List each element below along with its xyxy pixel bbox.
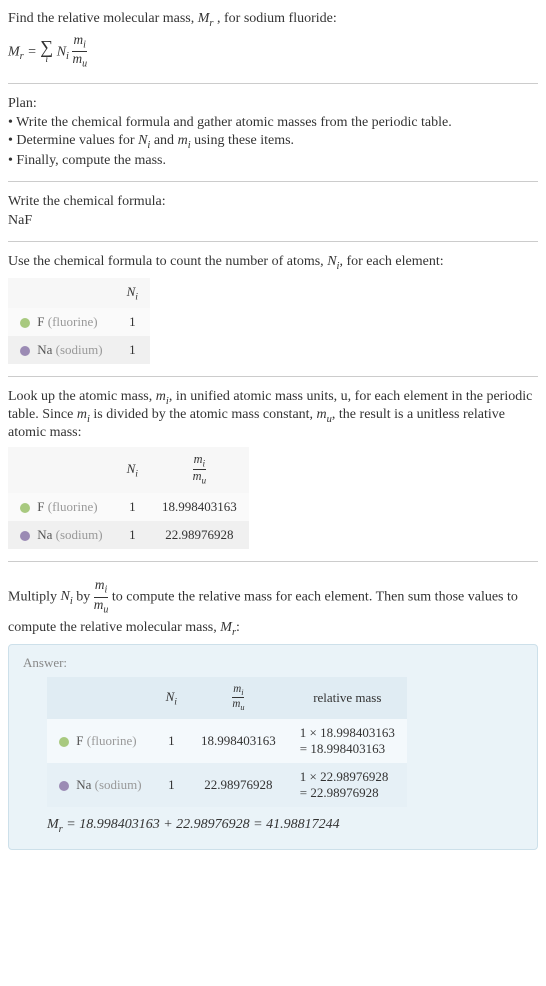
plan-heading: Plan: bbox=[8, 96, 538, 112]
intro-prefix: Find the relative molecular mass, bbox=[8, 11, 198, 26]
divider bbox=[8, 181, 538, 182]
intro-var: Mr bbox=[198, 11, 217, 26]
col-blank bbox=[8, 447, 115, 493]
element-cell: Na (sodium) bbox=[8, 521, 115, 549]
col-frac: mi mu bbox=[189, 677, 288, 719]
mass-cell: 18.998403163 bbox=[189, 719, 288, 763]
mass-cell: 22.98976928 bbox=[189, 763, 288, 807]
n-cell: 1 bbox=[154, 763, 189, 807]
intro-equation: Mr = ∑ i Ni mi mu bbox=[8, 33, 538, 71]
table-row: Na (sodium) 1 22.98976928 1 × 22.9897692… bbox=[47, 763, 407, 807]
element-cell: Na (sodium) bbox=[47, 763, 154, 807]
element-dot-icon bbox=[59, 781, 69, 791]
answer-box: Answer: Ni mi mu relative mass F (fluori… bbox=[8, 644, 538, 849]
n-cell: 1 bbox=[115, 308, 150, 336]
step-text: Look up the atomic mass, mi, in unified … bbox=[8, 389, 538, 441]
n-cell: 1 bbox=[115, 521, 150, 549]
element-dot-icon bbox=[59, 737, 69, 747]
count-table: Ni F (fluorine) 1 Na (sodium) 1 bbox=[8, 278, 150, 365]
relmass-cell: 1 × 22.98976928 = 22.98976928 bbox=[288, 763, 407, 807]
element-dot-icon bbox=[20, 503, 30, 513]
col-blank bbox=[8, 278, 115, 309]
plan-list: • Write the chemical formula and gather … bbox=[8, 115, 538, 169]
element-cell: F (fluorine) bbox=[8, 493, 115, 521]
n-cell: 1 bbox=[115, 493, 150, 521]
mass-table: Ni mi mu F (fluorine) 1 18.998403163 Na … bbox=[8, 447, 249, 549]
step-heading: Write the chemical formula: bbox=[8, 194, 538, 210]
answer-table: Ni mi mu relative mass F (fluorine) 1 18… bbox=[47, 677, 407, 807]
col-relmass: relative mass bbox=[288, 677, 407, 719]
chemical-formula: NaF bbox=[8, 213, 538, 229]
table-header-row: Ni bbox=[8, 278, 150, 309]
answer-label: Answer: bbox=[23, 655, 523, 671]
table-row: Na (sodium) 1 22.98976928 bbox=[8, 521, 249, 549]
divider bbox=[8, 83, 538, 84]
table-header-row: Ni mi mu bbox=[8, 447, 249, 493]
divider bbox=[8, 241, 538, 242]
fraction: mi mu bbox=[72, 33, 87, 71]
step-text: Multiply Ni by mi mu to compute the rela… bbox=[8, 574, 538, 638]
table-header-row: Ni mi mu relative mass bbox=[47, 677, 407, 719]
element-dot-icon bbox=[20, 346, 30, 356]
plan-item: • Write the chemical formula and gather … bbox=[8, 115, 538, 131]
table-row: F (fluorine) 1 bbox=[8, 308, 150, 336]
element-cell: Na (sodium) bbox=[8, 336, 115, 364]
relmass-cell: 1 × 18.998403163 = 18.998403163 bbox=[288, 719, 407, 763]
col-n: Ni bbox=[115, 447, 150, 493]
divider bbox=[8, 561, 538, 562]
element-cell: F (fluorine) bbox=[8, 308, 115, 336]
table-row: F (fluorine) 1 18.998403163 1 × 18.99840… bbox=[47, 719, 407, 763]
element-dot-icon bbox=[20, 531, 30, 541]
mass-cell: 18.998403163 bbox=[150, 493, 249, 521]
col-blank bbox=[47, 677, 154, 719]
sigma-icon: ∑ i bbox=[40, 39, 53, 65]
intro-line: Find the relative molecular mass, Mr , f… bbox=[8, 11, 538, 29]
answer-final: Mr = 18.998403163 + 22.98976928 = 41.988… bbox=[47, 817, 523, 835]
n-cell: 1 bbox=[115, 336, 150, 364]
plan-item: • Finally, compute the mass. bbox=[8, 153, 538, 169]
intro-suffix: , for sodium fluoride: bbox=[217, 11, 337, 26]
divider bbox=[8, 376, 538, 377]
element-cell: F (fluorine) bbox=[47, 719, 154, 763]
mass-cell: 22.98976928 bbox=[150, 521, 249, 549]
col-n: Ni bbox=[115, 278, 150, 309]
col-frac: mi mu bbox=[150, 447, 249, 493]
table-row: Na (sodium) 1 bbox=[8, 336, 150, 364]
step-text: Use the chemical formula to count the nu… bbox=[8, 254, 538, 272]
element-dot-icon bbox=[20, 318, 30, 328]
plan-item: • Determine values for Ni and mi using t… bbox=[8, 133, 538, 151]
fraction: mi mu bbox=[94, 578, 109, 616]
table-row: F (fluorine) 1 18.998403163 bbox=[8, 493, 249, 521]
n-cell: 1 bbox=[154, 719, 189, 763]
col-n: Ni bbox=[154, 677, 189, 719]
